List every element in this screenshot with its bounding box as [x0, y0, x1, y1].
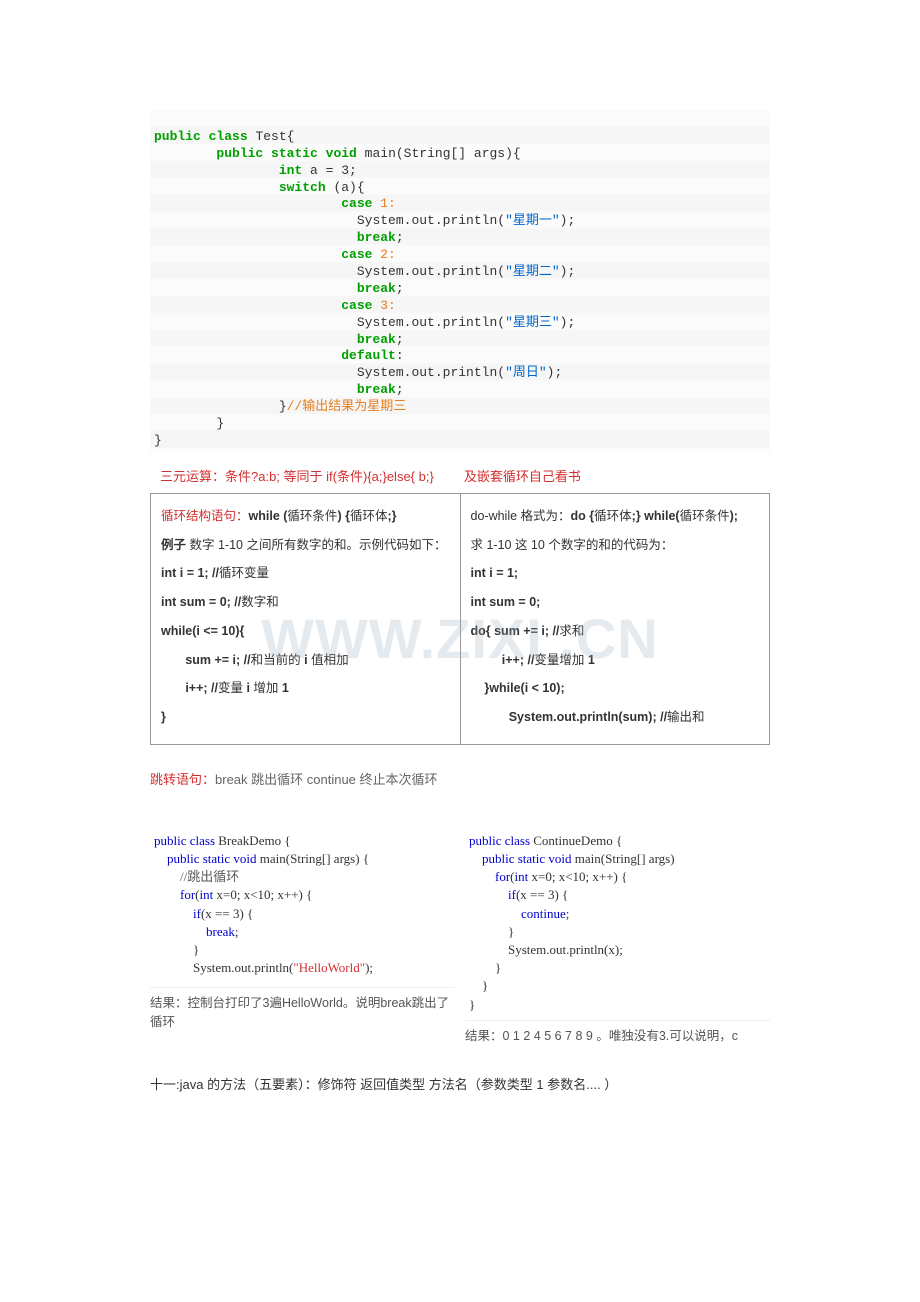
- break-demo-code: public class BreakDemo { public static v…: [150, 828, 455, 982]
- table-cell-dowhile: do-while 格式为：do {循环体;} while(循环条件); 求 1-…: [460, 493, 770, 744]
- demo-row: public class BreakDemo { public static v…: [150, 828, 770, 1044]
- ternary-left: 三元运算：条件?a:b; 等同于 if(条件){a;}else{ b;}: [160, 466, 434, 485]
- method-note: 十一:java 的方法（五要素）：修饰符 返回值类型 方法名（参数类型 1 参数…: [150, 1074, 770, 1093]
- loop-comparison-table: 循环结构语句：while (循环条件) {循环体;} 例子 数字 1-10 之间…: [150, 493, 770, 745]
- jump-statement-note: 跳转语句：break 跳出循环 continue 终止本次循环: [150, 769, 770, 788]
- code-block-switch: public class Test{ public static void ma…: [150, 110, 770, 452]
- continue-result: 结果：0 1 2 4 5 6 7 8 9 。唯独没有3.可以说明，c: [465, 1020, 770, 1044]
- break-result: 结果：控制台打印了3遍HelloWorld。说明break跳出了循环: [150, 987, 455, 1030]
- continue-demo-col: public class ContinueDemo { public stati…: [465, 828, 770, 1044]
- table-cell-while: 循环结构语句：while (循环条件) {循环体;} 例子 数字 1-10 之间…: [151, 493, 461, 744]
- ternary-note: 三元运算：条件?a:b; 等同于 if(条件){a;}else{ b;} 及嵌套…: [160, 466, 770, 485]
- continue-demo-code: public class ContinueDemo { public stati…: [465, 828, 770, 1018]
- ternary-right: 及嵌套循环自己看书: [464, 466, 581, 485]
- break-demo-col: public class BreakDemo { public static v…: [150, 828, 455, 1031]
